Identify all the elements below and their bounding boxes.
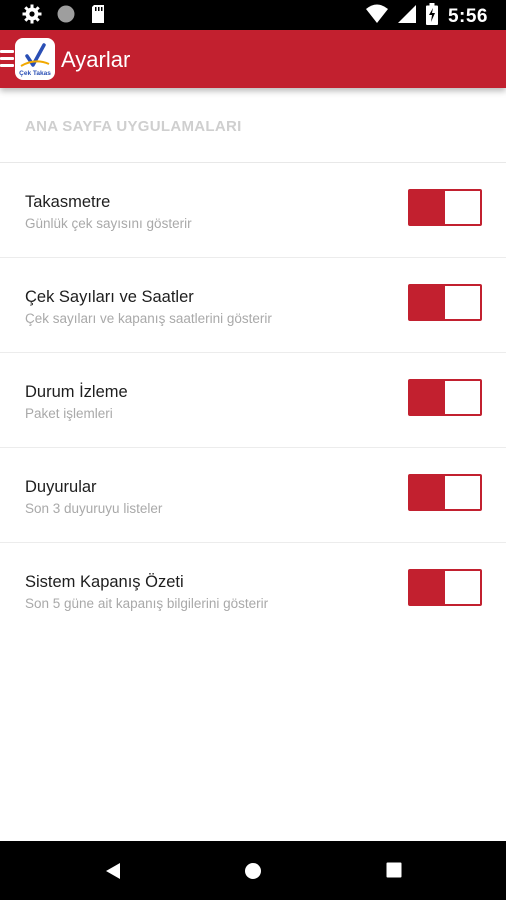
- toggle-switch[interactable]: [408, 189, 482, 226]
- toggle-on-fill: [410, 571, 445, 604]
- setting-row-duyurular[interactable]: Duyurular Son 3 duyuruyu listeler: [0, 448, 506, 543]
- toggle-on-fill: [410, 476, 445, 509]
- section-header: ANA SAYFA UYGULAMALARI: [0, 88, 506, 163]
- setting-subtitle: Paket işlemleri: [25, 406, 113, 421]
- circle-icon: [56, 4, 76, 29]
- toggle-on-fill: [410, 191, 445, 224]
- recents-icon[interactable]: [386, 862, 402, 883]
- menu-icon[interactable]: [0, 50, 14, 68]
- setting-title: Duyurular: [25, 478, 97, 496]
- toggle-switch[interactable]: [408, 474, 482, 511]
- page-title: Ayarlar: [61, 47, 131, 72]
- navigation-bar: [0, 841, 506, 900]
- toggle-switch[interactable]: [408, 379, 482, 416]
- signal-icon: [397, 4, 416, 29]
- section-header-label: ANA SAYFA UYGULAMALARI: [25, 118, 242, 135]
- sd-card-icon: [90, 4, 106, 29]
- wifi-icon: [365, 4, 388, 29]
- battery-icon: [425, 3, 438, 30]
- back-icon[interactable]: [105, 862, 121, 885]
- setting-row-cek-sayilari[interactable]: Çek Sayıları ve Saatler Çek sayıları ve …: [0, 258, 506, 353]
- toggle-switch[interactable]: [408, 569, 482, 606]
- setting-title: Durum İzleme: [25, 383, 128, 401]
- app-bar: Çek Takas Ayarlar: [0, 30, 506, 88]
- setting-subtitle: Çek sayıları ve kapanış saatlerini göste…: [25, 311, 272, 326]
- settings-icon: [22, 4, 42, 29]
- logo-text: Çek Takas: [19, 70, 51, 77]
- setting-row-takasmetre[interactable]: Takasmetre Günlük çek sayısını gösterir: [0, 163, 506, 258]
- setting-title: Çek Sayıları ve Saatler: [25, 288, 194, 306]
- setting-subtitle: Günlük çek sayısını gösterir: [25, 216, 192, 231]
- setting-row-sistem-kapanis[interactable]: Sistem Kapanış Özeti Son 5 güne ait kapa…: [0, 543, 506, 638]
- clock-time: 5:56: [447, 5, 488, 27]
- app-logo: Çek Takas: [15, 38, 55, 80]
- toggle-on-fill: [410, 381, 445, 414]
- home-icon[interactable]: [244, 862, 262, 885]
- setting-subtitle: Son 3 duyuruyu listeler: [25, 501, 163, 516]
- setting-title: Takasmetre: [25, 193, 111, 211]
- toggle-on-fill: [410, 286, 445, 319]
- settings-content: ANA SAYFA UYGULAMALARI Takasmetre Günlük…: [0, 88, 506, 841]
- toggle-switch[interactable]: [408, 284, 482, 321]
- setting-row-durum-izleme[interactable]: Durum İzleme Paket işlemleri: [0, 353, 506, 448]
- setting-subtitle: Son 5 güne ait kapanış bilgilerini göste…: [25, 596, 269, 611]
- status-bar: 5:56: [0, 0, 506, 30]
- setting-title: Sistem Kapanış Özeti: [25, 573, 184, 591]
